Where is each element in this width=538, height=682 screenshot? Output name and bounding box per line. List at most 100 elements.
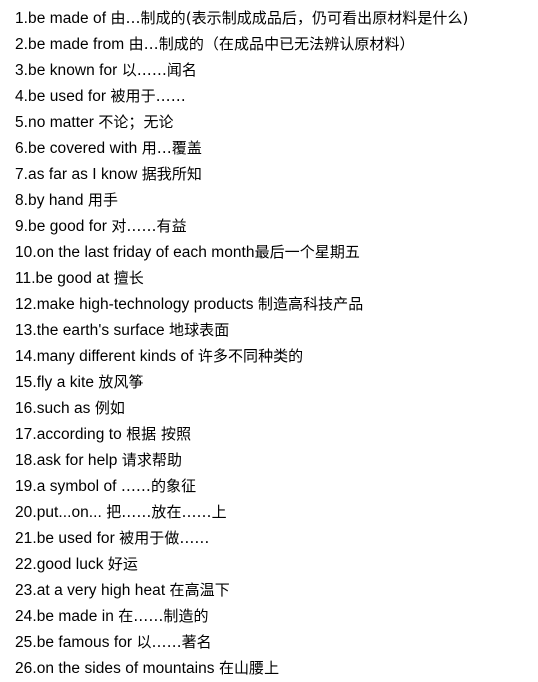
phrase-item: 21.be used for 被用于做…… (15, 525, 538, 551)
phrase-english: on the sides of mountains (36, 660, 219, 677)
phrase-chinese: 在山腰上 (218, 659, 280, 677)
phrase-number: 20. (15, 504, 37, 521)
phrase-number: 2. (15, 36, 29, 53)
phrase-english: many different kinds of (36, 348, 198, 365)
phrase-english: fly a kite (36, 374, 99, 391)
phrase-item: 8.by hand 用手 (15, 187, 538, 213)
phrase-item: 9.be good for 对……有益 (15, 213, 538, 239)
phrase-chinese: ……的象征 (120, 477, 197, 495)
phrase-number: 16. (15, 400, 37, 417)
phrase-number: 14. (15, 348, 37, 365)
phrase-item: 18.ask for help 请求帮助 (15, 447, 538, 473)
phrase-number: 1. (15, 10, 29, 27)
phrase-item: 2.be made from 由…制成的（在成品中已无法辨认原材料） (15, 31, 538, 57)
phrase-english: good luck (36, 556, 108, 573)
phrase-english: by hand (28, 192, 88, 209)
phrase-item: 19.a symbol of ……的象征 (15, 473, 538, 499)
phrase-chinese: 据我所知 (141, 165, 202, 183)
phrase-number: 21. (15, 530, 37, 547)
phrase-number: 4. (15, 88, 29, 105)
phrase-english: the earth's surface (36, 322, 170, 339)
phrase-english: at a very high heat (36, 582, 170, 599)
phrase-item: 20.put...on... 把……放在……上 (15, 499, 538, 525)
phrase-english: put...on... (36, 504, 107, 521)
phrase-item: 4.be used for 被用于…… (15, 83, 538, 109)
phrase-chinese: 好运 (107, 555, 138, 573)
phrase-english: be used for (28, 88, 111, 105)
phrase-item: 7.as far as I know 据我所知 (15, 161, 538, 187)
phrase-english: be covered with (28, 140, 142, 157)
phrase-english: according to (36, 426, 127, 443)
phrase-chinese: 在高温下 (169, 581, 230, 599)
phrase-item: 23.at a very high heat 在高温下 (15, 577, 538, 603)
phrase-number: 7. (15, 166, 29, 183)
phrase-item: 3.be known for 以……闻名 (15, 57, 538, 83)
phrase-english: be famous for (36, 634, 137, 651)
phrase-number: 23. (15, 582, 37, 599)
phrase-chinese: 擅长 (113, 269, 144, 287)
phrase-chinese: 被用于做…… (119, 529, 210, 547)
phrase-english: be good for (28, 218, 112, 235)
phrase-number: 17. (15, 426, 37, 443)
phrase-item: 6.be covered with 用…覆盖 (15, 135, 538, 161)
phrase-english: on the last friday of each month (36, 244, 255, 261)
phrase-chinese: 把……放在……上 (106, 503, 227, 521)
phrase-chinese: 放风筝 (98, 373, 144, 391)
phrase-number: 12. (15, 296, 37, 313)
phrase-english: no matter (28, 114, 99, 131)
phrase-chinese: 最后一个星期五 (254, 243, 360, 261)
phrase-number: 10. (15, 244, 37, 261)
phrase-chinese: 不论；无论 (98, 113, 174, 131)
phrase-english: be good at (35, 270, 114, 287)
phrase-item: 24.be made in 在……制造的 (15, 603, 538, 629)
phrase-chinese: 地球表面 (169, 321, 230, 339)
phrase-english: such as (36, 400, 95, 417)
phrase-number: 3. (15, 62, 29, 79)
phrase-number: 18. (15, 452, 37, 469)
phrase-chinese: 由…制成的(表示制成成品后，仍可看出原材料是什么) (110, 9, 469, 27)
phrase-number: 13. (15, 322, 37, 339)
phrase-number: 9. (15, 218, 29, 235)
phrase-item: 14.many different kinds of 许多不同种类的 (15, 343, 538, 369)
phrase-chinese: 根据 按照 (126, 425, 192, 443)
phrase-item: 12.make high-technology products 制造高科技产品 (15, 291, 538, 317)
phrase-chinese: 对……有益 (111, 217, 187, 235)
phrase-chinese: 以……闻名 (121, 61, 197, 79)
phrase-item: 13.the earth's surface 地球表面 (15, 317, 538, 343)
phrase-number: 8. (15, 192, 29, 209)
phrase-item: 26.on the sides of mountains 在山腰上 (15, 655, 538, 681)
phrase-item: 1.be made of 由…制成的(表示制成成品后，仍可看出原材料是什么) (15, 5, 538, 31)
phrase-item: 25.be famous for 以……著名 (15, 629, 538, 655)
phrase-english: be made from (28, 36, 129, 53)
phrase-english: ask for help (36, 452, 122, 469)
phrase-number: 15. (15, 374, 37, 391)
phrase-item: 5.no matter 不论；无论 (15, 109, 538, 135)
phrase-english: be made of (28, 10, 111, 27)
phrase-number: 26. (15, 660, 37, 677)
phrase-item: 22.good luck 好运 (15, 551, 538, 577)
phrase-english: a symbol of (36, 478, 121, 495)
phrase-english: make high-technology products (36, 296, 258, 313)
phrase-chinese: 以……著名 (136, 633, 212, 651)
phrase-number: 6. (15, 140, 29, 157)
phrase-chinese: 由…制成的（在成品中已无法辨认原材料） (128, 35, 415, 53)
phrase-chinese: 制造高科技产品 (257, 295, 364, 313)
phrase-number: 11. (15, 270, 36, 287)
phrase-chinese: 用…覆盖 (141, 139, 202, 157)
phrase-number: 5. (15, 114, 29, 131)
phrase-item: 16.such as 例如 (15, 395, 538, 421)
phrase-chinese: 用手 (87, 191, 119, 209)
phrase-chinese: 在……制造的 (118, 607, 209, 625)
phrase-number: 22. (15, 556, 37, 573)
phrase-item: 10.on the last friday of each month最后一个星… (15, 239, 538, 265)
phrase-list: 1.be made of 由…制成的(表示制成成品后，仍可看出原材料是什么) 2.… (0, 0, 538, 681)
phrase-english: be used for (36, 530, 120, 547)
phrase-chinese: 许多不同种类的 (197, 347, 304, 365)
phrase-item: 17.according to 根据 按照 (15, 421, 538, 447)
phrase-item: 15.fly a kite 放风筝 (15, 369, 538, 395)
phrase-english: as far as I know (28, 166, 142, 183)
phrase-number: 24. (15, 608, 37, 625)
phrase-english: be known for (28, 62, 122, 79)
phrase-chinese: 请求帮助 (121, 451, 182, 469)
phrase-item: 11.be good at 擅长 (15, 265, 538, 291)
